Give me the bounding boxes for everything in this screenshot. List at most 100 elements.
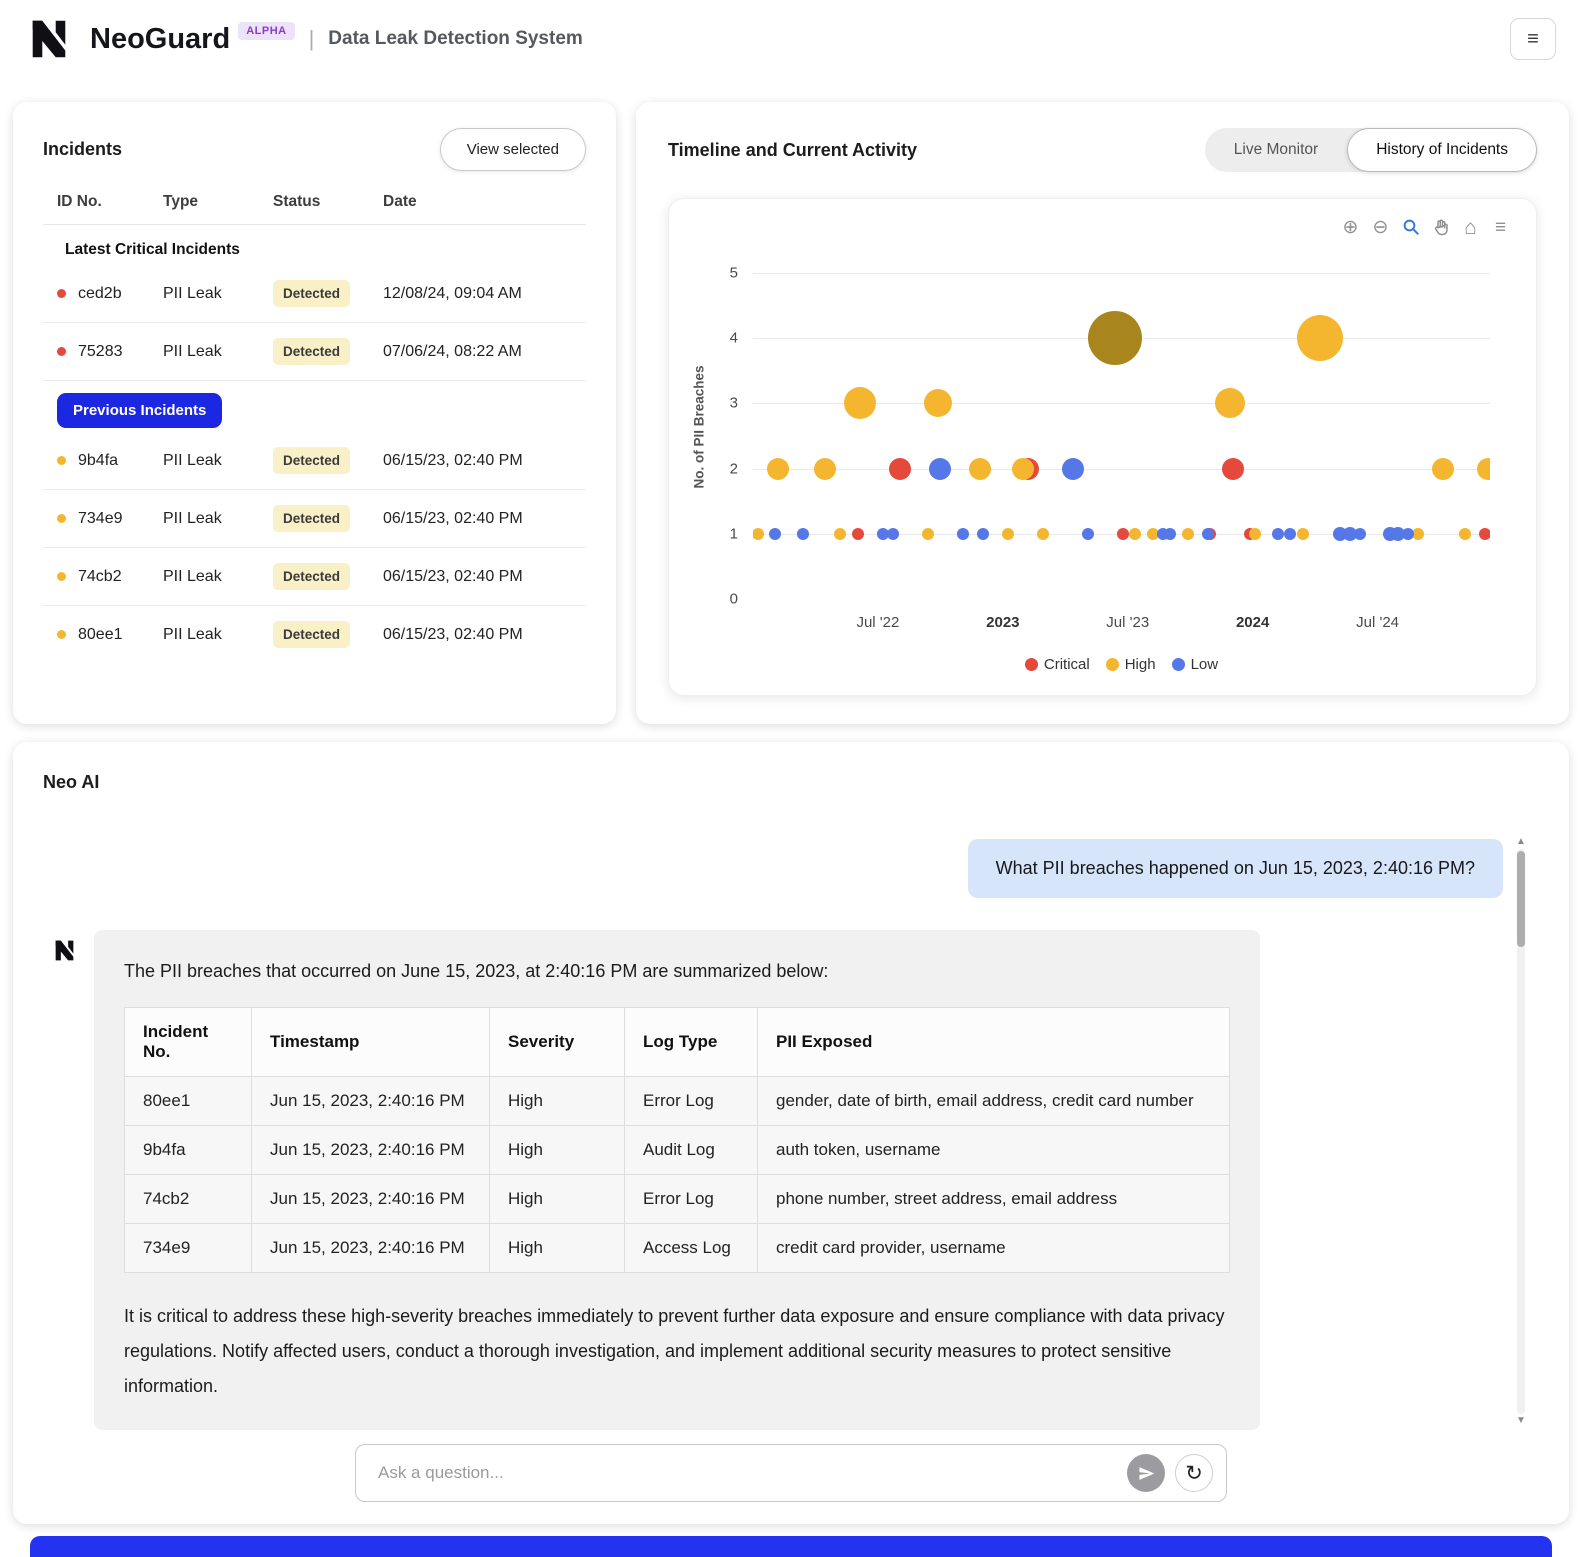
data-point-high[interactable] xyxy=(1001,527,1014,540)
data-point-high[interactable] xyxy=(844,387,877,420)
refresh-button[interactable]: ↻ xyxy=(1175,1454,1213,1492)
data-point-low[interactable] xyxy=(769,527,782,540)
data-point-high[interactable] xyxy=(814,457,837,480)
box-zoom-icon[interactable] xyxy=(1397,215,1424,239)
legend-item-high[interactable]: High xyxy=(1105,656,1156,673)
incident-row[interactable]: 74cb2 PII Leak Detected 06/15/23, 02:40 PM xyxy=(43,548,586,606)
legend-item-low[interactable]: Low xyxy=(1171,656,1218,673)
x-tick-label: 2024 xyxy=(1235,614,1270,631)
table-cell: 734e9 xyxy=(124,1223,252,1273)
data-point-low[interactable] xyxy=(956,527,969,540)
data-point-high[interactable] xyxy=(1011,457,1034,480)
incident-type: PII Leak xyxy=(163,284,222,302)
menu-button[interactable]: ≡ xyxy=(1510,18,1556,60)
app-header: NeoGuard ALPHA | Data Leak Detection Sys… xyxy=(0,0,1582,74)
data-point-low[interactable] xyxy=(886,527,899,540)
home-icon[interactable]: ⌂ xyxy=(1457,215,1484,239)
status-badge: Detected xyxy=(273,563,351,590)
data-point-high[interactable] xyxy=(1181,527,1194,540)
data-point-critical[interactable] xyxy=(1221,457,1244,480)
pan-icon[interactable] xyxy=(1427,215,1454,239)
incident-id: 9b4fa xyxy=(78,451,119,469)
data-point-high[interactable] xyxy=(1297,315,1344,362)
data-point-high[interactable] xyxy=(766,457,789,480)
tab-history-of-incidents[interactable]: History of Incidents xyxy=(1347,128,1537,172)
chat-area: What PII breaches happened on Jun 15, 20… xyxy=(13,801,1569,1434)
column-header-status: Status xyxy=(273,193,321,210)
table-cell: Error Log xyxy=(624,1174,758,1224)
column-header-id: ID No. xyxy=(57,193,102,210)
incident-type: PII Leak xyxy=(163,342,222,360)
incident-row[interactable]: 9b4fa PII Leak Detected 06/15/23, 02:40 PM xyxy=(43,432,586,490)
scrollbar-track[interactable] xyxy=(1517,849,1525,1414)
data-point-low[interactable] xyxy=(1284,527,1297,540)
table-row: 734e9 Jun 15, 2023, 2:40:16 PM High Access … xyxy=(124,1223,1230,1273)
data-point-low[interactable] xyxy=(1061,457,1084,480)
data-point-high[interactable] xyxy=(1036,527,1049,540)
data-point-low[interactable] xyxy=(1081,527,1094,540)
chat-scrollbar[interactable]: ▲ ▼ xyxy=(1515,835,1527,1428)
send-button[interactable] xyxy=(1127,1454,1165,1492)
incident-row[interactable]: 80ee1 PII Leak Detected 06/15/23, 02:40 PM xyxy=(43,606,586,663)
scroll-up-icon[interactable]: ▲ xyxy=(1516,835,1526,849)
scroll-down-icon[interactable]: ▼ xyxy=(1516,1414,1526,1428)
bottom-blue-bar[interactable] xyxy=(30,1536,1552,1557)
data-point-high[interactable] xyxy=(1476,457,1490,480)
data-point-high[interactable] xyxy=(1249,527,1262,540)
view-selected-button[interactable]: View selected xyxy=(439,128,586,171)
previous-incidents-badge[interactable]: Previous Incidents xyxy=(57,393,223,428)
table-cell: Access Log xyxy=(624,1223,758,1273)
incident-row[interactable]: 734e9 PII Leak Detected 06/15/23, 02:40 PM xyxy=(43,490,586,548)
incident-date: 06/15/23, 02:40 PM xyxy=(383,451,523,469)
zoom-in-icon[interactable]: ⊕ xyxy=(1337,215,1364,239)
table-cell: Audit Log xyxy=(624,1125,758,1175)
data-point-high[interactable] xyxy=(1459,527,1472,540)
scrollbar-thumb[interactable] xyxy=(1517,851,1525,947)
legend-dot xyxy=(1024,658,1038,671)
data-point-critical[interactable] xyxy=(889,457,912,480)
incident-row[interactable]: ced2b PII Leak Detected 12/08/24, 09:04 AM xyxy=(43,265,586,323)
data-point-low[interactable] xyxy=(796,527,809,540)
data-point-low[interactable] xyxy=(1164,527,1177,540)
data-point-low[interactable] xyxy=(929,457,952,480)
x-tick-label: Jul '24 xyxy=(1356,614,1400,631)
table-cell: credit card provider, username xyxy=(757,1223,1230,1273)
neoguard-logo-icon xyxy=(32,20,66,58)
data-point-low[interactable] xyxy=(976,527,989,540)
data-point-low[interactable] xyxy=(1201,527,1214,540)
chat-input[interactable] xyxy=(355,1444,1227,1502)
main-content: Incidents View selected ID No. Type Stat… xyxy=(0,74,1582,724)
data-point-low[interactable] xyxy=(1354,527,1367,540)
data-point-critical[interactable] xyxy=(1479,527,1490,540)
tab-live-monitor[interactable]: Live Monitor xyxy=(1205,128,1347,172)
incident-row[interactable]: 75283 PII Leak Detected 07/06/24, 08:22 AM xyxy=(43,323,586,381)
plot-canvas[interactable] xyxy=(753,273,1490,599)
data-point-low[interactable] xyxy=(1271,527,1284,540)
data-point-high[interactable] xyxy=(753,527,764,540)
data-point-high[interactable] xyxy=(923,389,952,418)
assistant-avatar-icon xyxy=(55,940,74,961)
data-point-high[interactable] xyxy=(1431,457,1454,480)
data-point-high[interactable] xyxy=(921,527,934,540)
data-point-selected[interactable] xyxy=(1088,311,1143,366)
legend-item-critical[interactable]: Critical xyxy=(1024,656,1090,673)
data-point-high[interactable] xyxy=(1215,388,1246,419)
data-point-high[interactable] xyxy=(969,457,992,480)
incident-id: 80ee1 xyxy=(78,625,123,643)
data-point-high[interactable] xyxy=(834,527,847,540)
incidents-column-headers: ID No. Type Status Date xyxy=(43,171,586,225)
data-point-high[interactable] xyxy=(1296,527,1309,540)
assistant-message-row: The PII breaches that occurred on June 1… xyxy=(52,930,1569,1431)
data-point-critical[interactable] xyxy=(851,527,864,540)
data-point-low[interactable] xyxy=(1401,527,1414,540)
table-header-cell: Incident No. xyxy=(124,1007,252,1077)
legend-dot xyxy=(1105,658,1119,671)
user-message-bubble: What PII breaches happened on Jun 15, 20… xyxy=(967,839,1503,898)
data-point-high[interactable] xyxy=(1129,527,1142,540)
table-cell: 74cb2 xyxy=(124,1174,252,1224)
table-cell: High xyxy=(489,1125,625,1175)
modebar-menu-icon[interactable]: ≡ xyxy=(1487,215,1514,239)
data-point-critical[interactable] xyxy=(1116,527,1129,540)
zoom-out-icon[interactable]: ⊖ xyxy=(1367,215,1394,239)
paper-plane-icon xyxy=(1138,1466,1154,1480)
